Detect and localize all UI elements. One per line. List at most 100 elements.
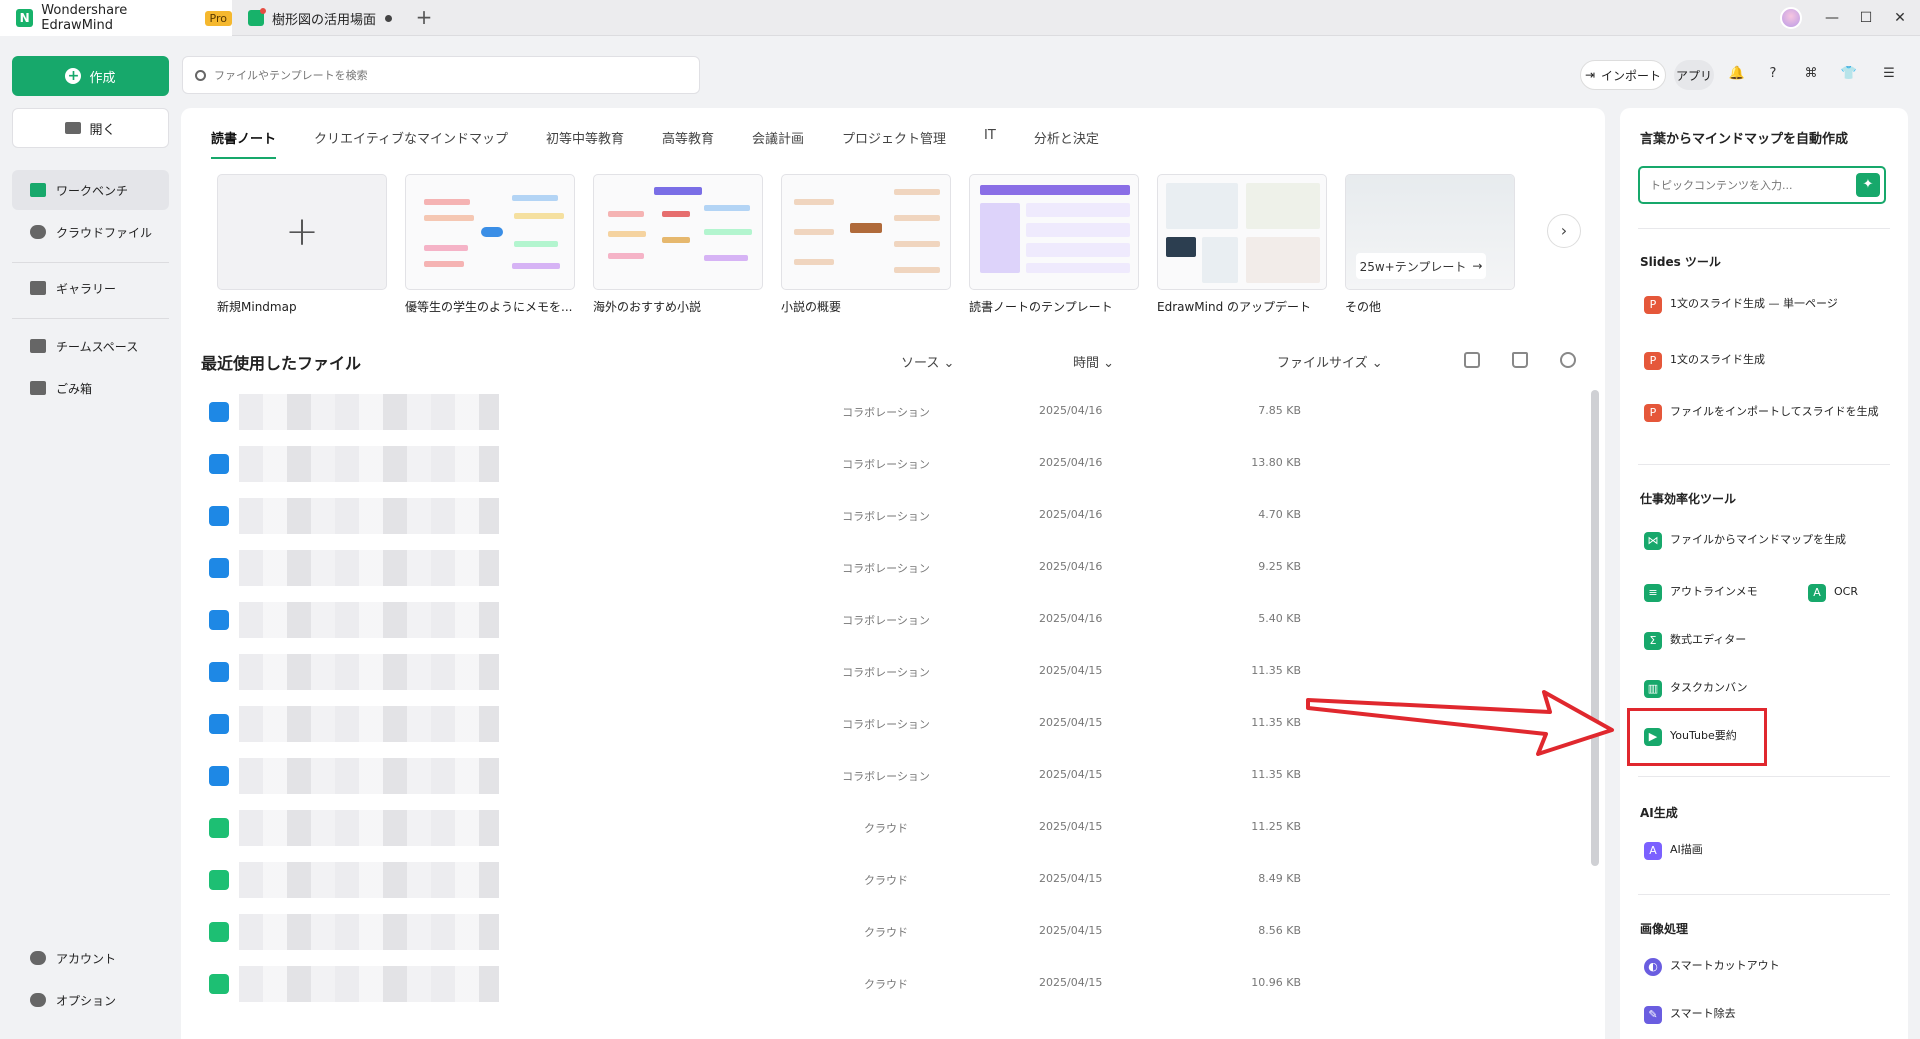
sort-by-time[interactable]: 時間 ⌄ — [1073, 352, 1114, 371]
refresh-icon[interactable] — [1560, 352, 1576, 368]
template-card[interactable]: 読書ノートのテンプレート — [969, 174, 1139, 315]
apps-button[interactable]: アプリ — [1674, 60, 1714, 90]
grid-menu-icon[interactable]: ⌘ — [1802, 65, 1820, 83]
template-card[interactable]: 小説の概要 — [781, 174, 951, 315]
bell-icon[interactable]: 🔔 — [1728, 65, 1746, 83]
sidebar-item-options[interactable]: オプション — [12, 980, 169, 1020]
slide-generate-tool[interactable]: P 1文のスライド生成 — [1644, 352, 1765, 370]
smart-remove-tool[interactable]: ✎ スマート除去 — [1644, 1006, 1736, 1024]
formula-editor-tool[interactable]: Σ 数式エディター — [1644, 632, 1746, 650]
close-button[interactable]: ✕ — [1888, 6, 1912, 30]
table-row[interactable]: クラウド 2025/04/15 8.56 KB — [201, 906, 1351, 958]
tab-higher-education[interactable]: 高等教育 — [662, 128, 714, 159]
ocr-tool[interactable]: A OCR — [1808, 584, 1858, 602]
shirt-theme-icon[interactable]: 👕 — [1840, 65, 1858, 83]
new-tab-button[interactable]: + — [412, 6, 436, 30]
row-source: コラボレーション — [842, 510, 930, 523]
table-row[interactable]: コラボレーション 2025/04/16 4.70 KB — [201, 490, 1351, 542]
task-kanban-tool[interactable]: ▥ タスクカンバン — [1644, 680, 1748, 698]
list-view-icon[interactable] — [1464, 352, 1480, 368]
trash-icon[interactable] — [1512, 352, 1528, 368]
table-row[interactable]: クラウド 2025/04/15 11.25 KB — [201, 802, 1351, 854]
topic-input-box[interactable]: ✦ — [1638, 166, 1886, 204]
table-row[interactable]: クラウド 2025/04/15 8.49 KB — [201, 854, 1351, 906]
create-label: 作成 — [89, 70, 116, 86]
blurred-file-name — [239, 550, 499, 586]
template-thumbnail — [1157, 174, 1327, 290]
table-row[interactable]: コラボレーション 2025/04/15 11.35 KB — [201, 646, 1351, 698]
slide-import-tool[interactable]: P ファイルをインポートしてスライドを生成 — [1644, 404, 1884, 422]
sidebar-item-team-space[interactable]: チームスペース — [12, 326, 169, 366]
table-row[interactable]: コラボレーション 2025/04/16 7.85 KB — [201, 386, 1351, 438]
right-panel: 言葉からマインドマップを自動作成 ✦ Slides ツール P 1文のスライド生… — [1620, 108, 1908, 1039]
recent-files-title: 最近使用したファイル — [201, 354, 362, 373]
search-input[interactable] — [214, 68, 654, 82]
scrollbar[interactable] — [1591, 390, 1599, 866]
outline-memo-tool[interactable]: ≡ アウトラインメモ — [1644, 584, 1758, 602]
sidebar-item-trash[interactable]: ごみ箱 — [12, 368, 169, 408]
template-card[interactable]: EdrawMind のアップデート — [1157, 174, 1327, 315]
trash-icon — [30, 381, 46, 395]
tool-label: アウトラインメモ — [1670, 585, 1758, 598]
list-collapse-icon[interactable]: ☰ — [1880, 65, 1898, 83]
sort-by-size[interactable]: ファイルサイズ ⌄ — [1277, 352, 1383, 371]
row-time: 2025/04/15 — [1039, 924, 1103, 937]
row-time: 2025/04/15 — [1039, 768, 1103, 781]
row-source: コラボレーション — [842, 406, 930, 419]
table-row[interactable]: コラボレーション 2025/04/16 5.40 KB — [201, 594, 1351, 646]
tab-it[interactable]: IT — [984, 128, 996, 159]
topic-input[interactable] — [1650, 178, 1840, 192]
section-divider — [1638, 464, 1890, 465]
minimize-button[interactable]: — — [1820, 6, 1844, 30]
row-time: 2025/04/15 — [1039, 872, 1103, 885]
table-row[interactable]: コラボレーション 2025/04/16 13.80 KB — [201, 438, 1351, 490]
blurred-file-name — [239, 966, 499, 1002]
next-templates-button[interactable]: › — [1547, 214, 1581, 248]
row-source: コラボレーション — [842, 614, 930, 627]
table-row[interactable]: コラボレーション 2025/04/15 11.35 KB — [201, 750, 1351, 802]
import-button[interactable]: ⇥ インポート — [1580, 60, 1666, 90]
ai-sparkle-button[interactable]: ✦ — [1856, 173, 1880, 197]
template-card[interactable]: 海外のおすすめ小説 — [593, 174, 763, 315]
tab-primary-secondary-education[interactable]: 初等中等教育 — [546, 128, 624, 159]
tool-label: スマートカットアウト — [1670, 959, 1780, 972]
tab-project-management[interactable]: プロジェクト管理 — [842, 128, 946, 159]
sidebar-item-cloud-files[interactable]: クラウドファイル — [12, 212, 169, 252]
maximize-button[interactable]: ☐ — [1854, 6, 1878, 30]
tab-meeting-planning[interactable]: 会議計画 — [752, 128, 804, 159]
open-button[interactable]: 開く — [12, 108, 169, 148]
sidebar-item-account[interactable]: アカウント — [12, 938, 169, 978]
document-tab[interactable]: 樹形図の活用場面 — [232, 0, 404, 36]
row-time: 2025/04/15 — [1039, 716, 1103, 729]
file-to-mindmap-tool[interactable]: ⋈ ファイルからマインドマップを生成 — [1644, 532, 1846, 550]
tab-reading-notes[interactable]: 読書ノート — [211, 128, 277, 159]
template-card-more[interactable]: 25w+テンプレート → その他 — [1345, 174, 1515, 315]
template-card[interactable]: 優等生の学生のようにメモを... — [405, 174, 575, 315]
row-size: 9.25 KB — [1258, 560, 1301, 573]
help-icon[interactable]: ? — [1764, 65, 1782, 83]
more-templates-pill[interactable]: 25w+テンプレート → — [1356, 253, 1486, 279]
template-card-new[interactable]: + 新規Mindmap — [217, 174, 387, 315]
user-avatar[interactable] — [1780, 7, 1802, 29]
table-row[interactable]: コラボレーション 2025/04/16 9.25 KB — [201, 542, 1351, 594]
smart-cutout-tool[interactable]: ◐ スマートカットアウト — [1644, 958, 1780, 976]
team-icon — [30, 339, 46, 353]
tool-label: 1文のスライド生成 — 単一ページ — [1670, 297, 1838, 310]
create-button[interactable]: + 作成 — [12, 56, 169, 96]
ai-draw-tool[interactable]: A AI描画 — [1644, 842, 1703, 860]
recent-files-list: コラボレーション 2025/04/16 7.85 KB コラボレーション 2025/04… — [201, 386, 1351, 1010]
ai-draw-icon: A — [1644, 842, 1662, 860]
table-row[interactable]: クラウド 2025/04/15 10.96 KB — [201, 958, 1351, 1010]
eraser-icon: ✎ — [1644, 1006, 1662, 1024]
search-bar[interactable] — [182, 56, 700, 94]
slides-tools-title: Slides ツール — [1640, 255, 1721, 269]
sort-by-source[interactable]: ソース ⌄ — [901, 352, 954, 371]
sidebar-item-gallery[interactable]: ギャラリー — [12, 268, 169, 308]
sidebar-item-workbench[interactable]: ワークベンチ — [12, 170, 169, 210]
table-row[interactable]: コラボレーション 2025/04/15 11.35 KB — [201, 698, 1351, 750]
row-source: クラウド — [864, 874, 908, 887]
app-tab[interactable]: N Wondershare EdrawMind Pro — [0, 0, 232, 36]
tab-analysis-decision[interactable]: 分析と決定 — [1034, 128, 1099, 159]
tab-creative-mindmap[interactable]: クリエイティブなマインドマップ — [314, 128, 508, 159]
slide-single-page-tool[interactable]: P 1文のスライド生成 — 単一ページ — [1644, 296, 1838, 314]
